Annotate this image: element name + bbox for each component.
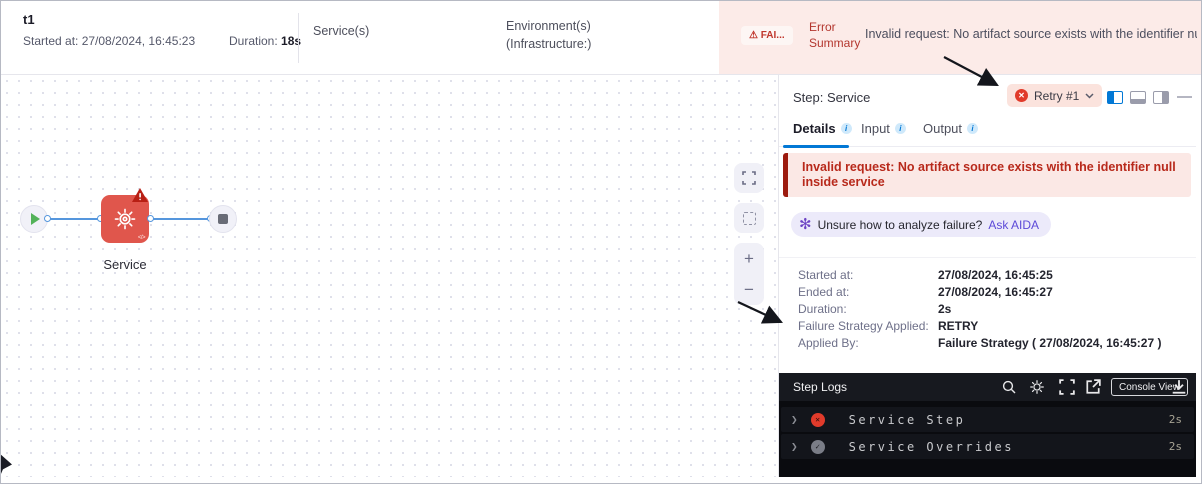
detail-label: Failure Strategy Applied: xyxy=(798,319,929,333)
header-divider xyxy=(298,13,299,63)
detail-label: Applied By: xyxy=(798,336,859,350)
failed-status-badge[interactable]: ⚠ FAI... xyxy=(741,26,793,45)
info-icon[interactable]: i xyxy=(840,123,852,134)
search-icon[interactable] xyxy=(1001,379,1017,395)
log-row-service-overrides[interactable]: ❯ ✓ Service Overrides 2s xyxy=(781,434,1194,459)
duration-text: Duration: 18s xyxy=(229,34,301,48)
pipeline-canvas[interactable]: </> Service + − xyxy=(1,75,779,477)
pipeline-name: t1 xyxy=(23,12,35,27)
execution-header: t1 Started at: 27/08/2024, 16:45:23 Dura… xyxy=(1,1,1201,75)
edge-start-to-service xyxy=(47,218,103,220)
active-tab-underline xyxy=(783,145,849,148)
chevron-right-icon[interactable]: ❯ xyxy=(791,413,798,426)
log-section-name: Service Overrides xyxy=(848,439,1014,454)
step-error-message: Invalid request: No artifact source exis… xyxy=(783,153,1191,197)
gear-icon xyxy=(114,208,136,230)
edge-connector-dot xyxy=(44,215,51,222)
detail-row-ended-at: Ended at: 27/08/2024, 16:45:27 xyxy=(798,285,1188,299)
infrastructure-line2: (Infrastructure:) xyxy=(506,37,592,51)
environments-line1: Environment(s) xyxy=(506,19,591,33)
step-panel-title: Step: Service xyxy=(793,90,871,105)
download-icon[interactable] xyxy=(1171,379,1187,395)
environments-label: Environment(s) (Infrastructure:) xyxy=(506,17,591,53)
detail-row-started-at: Started at: 27/08/2024, 16:45:25 xyxy=(798,268,1188,282)
end-node[interactable] xyxy=(209,205,237,233)
open-in-new-icon[interactable] xyxy=(1085,379,1101,395)
duration-label: Duration: xyxy=(229,34,282,48)
step-logs-title: Step Logs xyxy=(793,380,848,394)
log-section-duration: 2s xyxy=(1168,440,1182,453)
aida-question: Unsure how to analyze failure? xyxy=(817,217,983,232)
error-summary-text: Invalid request: No artifact source exis… xyxy=(865,27,1197,41)
layout-left-split-button[interactable] xyxy=(1107,91,1123,104)
started-at-text: Started at: 27/08/2024, 16:45:23 xyxy=(23,34,196,48)
info-icon[interactable]: i xyxy=(967,123,979,134)
tab-details-label: Details xyxy=(793,121,836,136)
ask-aida-link[interactable]: Ask AIDA xyxy=(988,218,1039,232)
service-node-label: Service xyxy=(103,257,147,272)
step-logs-panel: Step Logs Console View ❯ ✕ Service Step xyxy=(779,373,1196,477)
detail-row-duration: Duration: 2s xyxy=(798,302,1188,316)
zoom-in-button[interactable]: + xyxy=(744,250,754,267)
retry-selector[interactable]: ✕ Retry #1 xyxy=(1007,84,1103,107)
detail-value: 2s xyxy=(938,302,952,316)
detail-label: Duration: xyxy=(798,302,847,316)
edge-connector-dot xyxy=(147,215,154,222)
code-glyph: </> xyxy=(137,235,146,241)
canvas-fullscreen-button[interactable] xyxy=(734,163,764,193)
play-icon xyxy=(31,213,40,225)
panel-tabs: Details i Input i Output i xyxy=(779,119,1196,148)
chevron-right-icon[interactable]: ❯ xyxy=(791,440,798,453)
failed-status-label: FAI... xyxy=(760,30,785,41)
layout-right-split-button[interactable] xyxy=(1153,91,1169,104)
detail-row-applied-by: Applied By: Failure Strategy ( 27/08/202… xyxy=(798,336,1188,350)
edge-service-to-end xyxy=(151,218,211,220)
marquee-icon xyxy=(742,211,756,225)
failed-status-icon: ✕ xyxy=(810,412,825,427)
aida-icon: ✻ xyxy=(799,216,812,233)
tab-input[interactable]: Input i xyxy=(861,121,906,136)
retry-label: Retry #1 xyxy=(1034,88,1080,103)
error-summary-banner: ⚠ FAI... Error Summary Invalid request: … xyxy=(719,1,1201,74)
fullscreen-icon[interactable] xyxy=(1059,379,1075,395)
warning-triangle-icon xyxy=(131,187,149,203)
detail-value: 27/08/2024, 16:45:27 xyxy=(938,285,1053,299)
chevron-down-icon xyxy=(1085,92,1094,99)
error-summary-label: Error Summary xyxy=(809,20,861,50)
failed-retry-icon: ✕ xyxy=(1015,89,1028,102)
step-error-text: Invalid request: No artifact source exis… xyxy=(802,160,1176,189)
tab-input-label: Input xyxy=(861,121,890,136)
canvas-selection-button[interactable] xyxy=(734,203,764,233)
zoom-out-button[interactable]: − xyxy=(744,281,754,298)
ask-aida-prompt[interactable]: ✻ Unsure how to analyze failure? Ask AID… xyxy=(791,212,1052,237)
tab-output[interactable]: Output i xyxy=(923,121,979,136)
log-section-name: Service Step xyxy=(848,412,966,427)
detail-label: Started at: xyxy=(798,268,854,282)
expand-icon xyxy=(742,171,756,185)
services-label: Service(s) xyxy=(313,24,370,38)
log-row-service-step[interactable]: ❯ ✕ Service Step 2s xyxy=(781,407,1194,432)
settings-gear-icon[interactable] xyxy=(1029,379,1045,395)
tab-output-label: Output xyxy=(923,121,963,136)
canvas-zoom-control: + − xyxy=(734,243,764,305)
pipeline-execution-page: t1 Started at: 27/08/2024, 16:45:23 Dura… xyxy=(0,0,1202,484)
detail-value: 27/08/2024, 16:45:25 xyxy=(938,268,1053,282)
log-section-duration: 2s xyxy=(1168,413,1182,426)
step-logs-header: Step Logs Console View xyxy=(779,373,1196,401)
step-details-panel: Step: Service ✕ Retry #1 — Details i Inp… xyxy=(779,75,1196,477)
info-icon[interactable]: i xyxy=(894,123,906,134)
tab-details[interactable]: Details i xyxy=(793,121,852,136)
step-detail-fields: Started at: 27/08/2024, 16:45:25 Ended a… xyxy=(779,257,1196,350)
detail-row-failure-strategy: Failure Strategy Applied: RETRY xyxy=(798,319,1188,333)
success-status-icon: ✓ xyxy=(810,439,825,454)
detail-label: Ended at: xyxy=(798,285,850,299)
layout-bottom-split-button[interactable] xyxy=(1130,91,1146,104)
detail-value: Failure Strategy ( 27/08/2024, 16:45:27 … xyxy=(938,336,1162,350)
stop-icon xyxy=(218,214,228,224)
detail-value: RETRY xyxy=(938,319,979,333)
panel-minimize-button[interactable]: — xyxy=(1177,88,1192,105)
